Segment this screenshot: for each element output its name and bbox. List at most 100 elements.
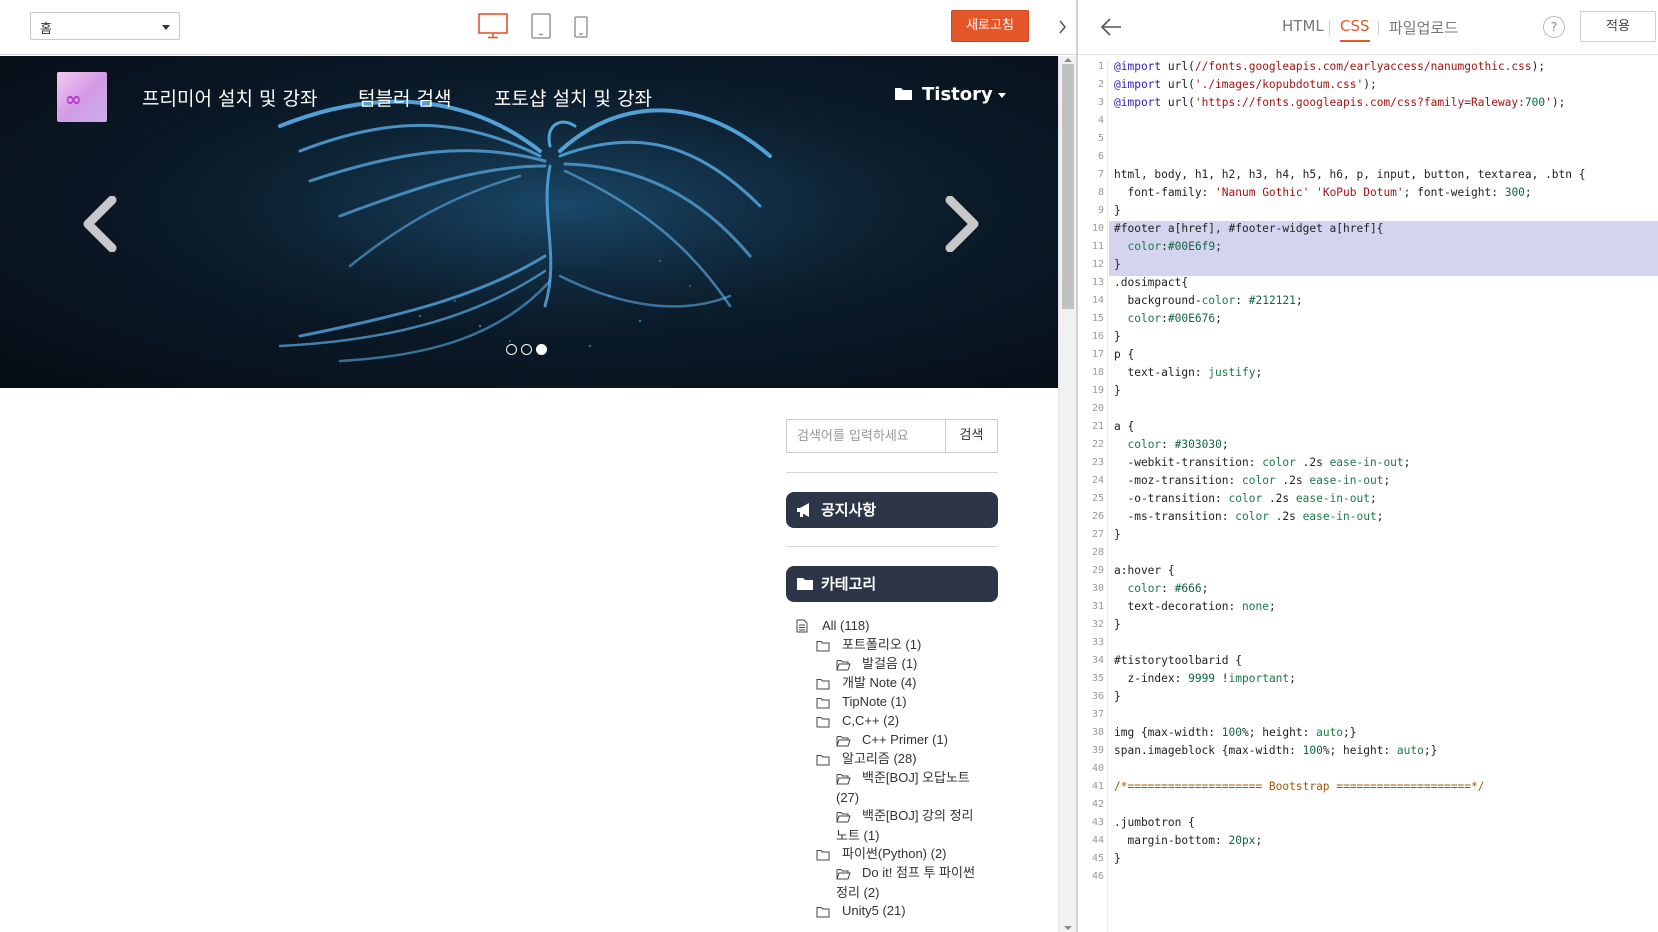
code-line[interactable]: } [1114, 330, 1121, 343]
line-number: 22 [1091, 439, 1104, 450]
category-widget-header[interactable]: 카테고리 [786, 566, 998, 602]
category-item[interactable]: C++ Primer (1) [836, 730, 948, 750]
code-line[interactable]: .dosimpact{ [1114, 276, 1188, 289]
code-line[interactable]: background-color: #212121; [1114, 294, 1302, 307]
category-item[interactable]: 백준[BOJ] 강의 정리 노트 (1) [836, 806, 974, 846]
code-line[interactable]: /*==================== Bootstrap =======… [1114, 780, 1484, 793]
code-line[interactable]: span.imageblock {max-width: 100%; height… [1114, 744, 1437, 757]
line-number: 30 [1091, 583, 1104, 594]
code-line[interactable]: } [1114, 528, 1121, 541]
tab-file-upload[interactable]: 파일업로드 [1389, 17, 1458, 38]
code-line[interactable]: z-index: 9999 !important; [1114, 672, 1295, 685]
scrollbar-thumb[interactable] [1062, 64, 1074, 309]
category-label: Do it! 점프 투 파이썬 [862, 865, 975, 880]
code-line[interactable]: color: #303030; [1114, 438, 1228, 451]
desktop-icon[interactable] [478, 13, 508, 43]
code-line[interactable]: @import url('https://fonts.googleapis.co… [1114, 96, 1565, 109]
category-item[interactable]: Do it! 점프 투 파이썬 정리 (2) [836, 863, 975, 903]
category-item[interactable]: All (118) [796, 616, 869, 636]
category-item[interactable]: Unity5 (21) [816, 901, 906, 921]
preview-scrollbar[interactable] [1058, 56, 1076, 932]
code-line[interactable]: -moz-transition: color .2s ease-in-out; [1114, 474, 1390, 487]
line-number: 5 [1097, 133, 1104, 144]
tab-css[interactable]: CSS [1340, 17, 1370, 42]
code-line[interactable]: img {max-width: 100%; height: auto;} [1114, 726, 1357, 739]
code-line[interactable]: -webkit-transition: color .2s ease-in-ou… [1114, 456, 1410, 469]
line-number: 8 [1097, 187, 1104, 198]
folder-icon [816, 714, 830, 734]
collapse-panel-button[interactable] [1050, 0, 1076, 55]
line-number: 25 [1091, 493, 1104, 504]
category-item[interactable]: 알고리즘 (28) [816, 749, 917, 769]
category-label: 백준[BOJ] 강의 정리 [862, 808, 974, 823]
code-line[interactable]: -ms-transition: color .2s ease-in-out; [1114, 510, 1383, 523]
code-line[interactable]: a:hover { [1114, 564, 1175, 577]
code-line[interactable]: @import url('./images/kopubdotum.css'); [1114, 78, 1377, 91]
category-item[interactable]: 발걸음 (1) [836, 654, 917, 674]
blog-logo[interactable]: ∞ [57, 72, 107, 122]
line-number: 6 [1097, 151, 1104, 162]
code-line[interactable]: color:#00E676; [1114, 312, 1221, 325]
tablet-icon[interactable] [531, 13, 551, 43]
code-line[interactable]: } [1114, 618, 1121, 631]
category-item[interactable]: TipNote (1) [816, 692, 907, 712]
code-line[interactable]: color: #666; [1114, 582, 1208, 595]
code-line[interactable]: text-align: justify; [1114, 366, 1262, 379]
notice-widget-header[interactable]: 공지사항 [786, 492, 998, 528]
code-line[interactable]: a { [1114, 420, 1134, 433]
carousel-dot[interactable] [521, 344, 532, 355]
line-number: 11 [1091, 241, 1104, 252]
code-line[interactable]: p { [1114, 348, 1134, 361]
code-line[interactable]: .jumbotron { [1114, 816, 1195, 829]
search-button[interactable]: 검색 [946, 420, 997, 452]
code-line[interactable]: html, body, h1, h2, h3, h4, h5, h6, p, i… [1114, 168, 1585, 181]
line-number: 44 [1091, 835, 1104, 846]
nav-link-tumblr[interactable]: 텀블러 검색 [358, 84, 451, 111]
line-number: 18 [1091, 367, 1104, 378]
category-item[interactable]: 백준[BOJ] 오답노트 (27) [836, 768, 970, 808]
mobile-icon[interactable] [574, 16, 588, 42]
code-line[interactable]: font-family: 'Nanum Gothic' 'KoPub Dotum… [1114, 186, 1531, 199]
page-select[interactable]: 홈 [30, 12, 180, 40]
code-line[interactable]: } [1114, 204, 1121, 217]
scroll-down-arrow[interactable] [1064, 926, 1072, 930]
editor-toolbar: HTML CSS 파일업로드 ? 적용 [1078, 0, 1658, 55]
css-code-editor[interactable]: 1 2 3 4 5 6 7 8 9 10 11 12 13 14 15 16 17 18 19 20 21 22 23 24 2… [1078, 60, 1658, 932]
code-line[interactable]: margin-bottom: 20px; [1114, 834, 1262, 847]
scroll-up-arrow[interactable] [1064, 58, 1072, 62]
category-item[interactable]: 포트폴리오 (1) [816, 635, 921, 655]
category-item[interactable]: C,C++ (2) [816, 711, 899, 731]
tistory-menu[interactable]: Tistory [894, 84, 1006, 105]
carousel-next-arrow[interactable] [942, 195, 982, 256]
code-line[interactable]: @import url(//fonts.googleapis.com/early… [1114, 60, 1545, 73]
divider [786, 472, 998, 473]
category-item[interactable]: 개발 Note (4) [816, 673, 917, 693]
code-line[interactable]: } [1114, 690, 1121, 703]
category-label: 포트폴리오 (1) [842, 637, 922, 652]
code-line[interactable]: } [1114, 384, 1121, 397]
nav-link-photoshop[interactable]: 포토샵 설치 및 강좌 [494, 84, 652, 111]
category-item[interactable]: 파이썬(Python) (2) [816, 844, 947, 864]
line-number: 26 [1091, 511, 1104, 522]
tab-html[interactable]: HTML [1282, 17, 1324, 35]
code-line[interactable]: } [1114, 258, 1121, 271]
code-line[interactable]: color:#00E6f9; [1114, 240, 1221, 253]
chevron-down-icon [997, 92, 1006, 98]
line-number: 28 [1091, 547, 1104, 558]
help-button[interactable]: ? [1543, 16, 1565, 38]
code-line[interactable]: text-decoration: none; [1114, 600, 1275, 613]
category-label: 알고리즘 (28) [842, 751, 917, 766]
carousel-dot-active[interactable] [536, 344, 547, 355]
apply-button[interactable]: 적용 [1580, 11, 1656, 42]
back-button[interactable] [1100, 16, 1122, 42]
code-line[interactable]: #footer a[href], #footer-widget a[href]{ [1114, 222, 1383, 235]
code-line[interactable]: -o-transition: color .2s ease-in-out; [1114, 492, 1376, 505]
nav-link-premiere[interactable]: 프리미어 설치 및 강좌 [142, 84, 317, 111]
carousel-dot[interactable] [506, 344, 517, 355]
code-line[interactable]: #tistorytoolbarid { [1114, 654, 1242, 667]
refresh-button[interactable]: 새로고침 [951, 10, 1029, 42]
carousel-prev-arrow[interactable] [80, 195, 120, 256]
code-line[interactable]: } [1114, 852, 1121, 865]
line-number: 35 [1091, 673, 1104, 684]
search-input[interactable] [787, 420, 946, 452]
